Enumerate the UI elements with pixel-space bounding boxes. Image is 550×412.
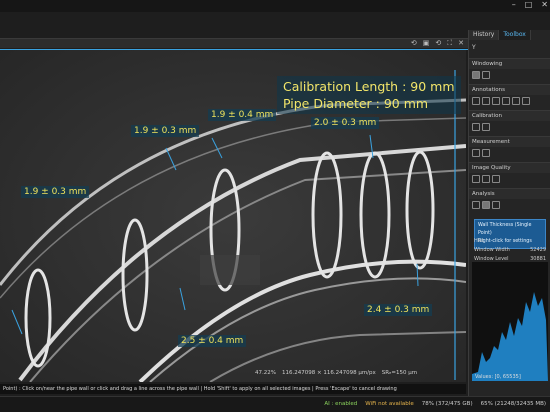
expand-icon[interactable]: ⛶ — [447, 39, 452, 48]
window-preset-icon[interactable] — [472, 71, 480, 79]
pipe-marker — [200, 255, 260, 285]
window-width-value[interactable]: 52429 — [530, 246, 546, 255]
wall-thickness-single-icon[interactable] — [482, 201, 490, 209]
sr-value: SRₑ=150 µm — [381, 369, 418, 376]
window-auto-icon[interactable] — [482, 71, 490, 79]
status-taskbar: AI : enabled WiFi not available 78% (372… — [0, 396, 550, 412]
rectangle-icon[interactable] — [482, 97, 490, 105]
measurement-label[interactable]: 1.9 ± 0.3 mm — [131, 125, 200, 137]
text-icon[interactable] — [512, 97, 520, 105]
minimize-icon[interactable]: – — [512, 0, 516, 9]
pipe-diameter-text: Pipe Diameter : 90 mm — [283, 96, 429, 111]
snr-icon[interactable] — [482, 175, 490, 183]
calibration-length-text: Calibration Length : 90 mm — [283, 79, 455, 94]
calibrate-circle-icon[interactable] — [482, 123, 490, 131]
section-calibration[interactable]: Calibration — [469, 110, 550, 121]
duplex-icon[interactable] — [492, 175, 500, 183]
close-viewer-icon[interactable]: ✕ — [458, 39, 464, 48]
tool-hint-bar: Point) : Click on/near the pipe wall or … — [0, 384, 466, 394]
app-window: – □ ✕ ⟲ ▣ ⟲ ⛶ ✕ Calibration Length: 90 … — [0, 0, 550, 412]
histogram-range: Values: [0, 65535] — [475, 374, 521, 380]
reset-icon[interactable]: ⟲ — [435, 39, 441, 48]
pixel-size: 116.247098 × 116.247098 µm/px — [281, 369, 376, 376]
wifi-status: WiFi not available — [365, 401, 414, 407]
title-bar: – □ ✕ — [0, 0, 550, 12]
measurement-label[interactable]: 2.4 ± 0.3 mm — [364, 304, 433, 316]
line-icon[interactable] — [522, 97, 530, 105]
viewer-toolbar: ⟲ ▣ ⟲ ⛶ ✕ — [0, 38, 468, 48]
section-measurement[interactable]: Measurement — [469, 136, 550, 147]
section-annotations[interactable]: Annotations — [469, 84, 550, 95]
tab-history[interactable]: History — [469, 30, 500, 40]
zoom-level: 47.22% — [255, 369, 276, 376]
angle-icon[interactable] — [482, 149, 490, 157]
calibration-annotation: Calibration Length : 90 mm Pipe Diameter… — [277, 76, 461, 114]
fit-icon[interactable]: ▣ — [423, 39, 430, 48]
section-image-quality[interactable]: Image Quality — [469, 162, 550, 173]
ai-status: AI : enabled — [324, 401, 358, 407]
ellipse-icon[interactable] — [492, 97, 500, 105]
wall-thickness-icon[interactable] — [472, 201, 480, 209]
arrow-icon[interactable] — [472, 97, 480, 105]
ruler-icon[interactable] — [472, 149, 480, 157]
iq-icon[interactable] — [472, 175, 480, 183]
histogram-tab[interactable]: Hist — [474, 237, 484, 246]
measurement-label[interactable]: 1.9 ± 0.3 mm — [21, 186, 90, 198]
disk-usage: 78% (372/475 GB) — [421, 401, 473, 407]
profile-icon[interactable] — [492, 201, 500, 209]
measurement-label[interactable]: 1.9 ± 0.4 mm — [208, 109, 277, 121]
maximize-icon[interactable]: □ — [525, 0, 533, 9]
polygon-icon[interactable] — [502, 97, 510, 105]
measurement-label[interactable]: 2.5 ± 0.4 mm — [178, 335, 247, 347]
measurement-label[interactable]: 2.0 ± 0.3 mm — [311, 117, 380, 129]
rotate-icon[interactable]: ⟲ — [411, 39, 417, 48]
viewer-status: 47.22% 116.247098 × 116.247098 µm/px SRₑ… — [255, 367, 466, 378]
section-analysis[interactable]: Analysis — [469, 188, 550, 199]
y-control[interactable]: Y — [469, 40, 550, 55]
section-windowing[interactable]: Windowing — [469, 58, 550, 69]
histogram-bars — [472, 292, 548, 381]
histogram[interactable]: Values: [0, 65535] — [472, 262, 548, 381]
tab-toolbox[interactable]: Toolbox — [499, 30, 531, 40]
calibrate-icon[interactable] — [472, 123, 480, 131]
memory-usage: 65% (21248/32435 MB) — [480, 401, 546, 407]
close-icon[interactable]: ✕ — [541, 0, 548, 9]
